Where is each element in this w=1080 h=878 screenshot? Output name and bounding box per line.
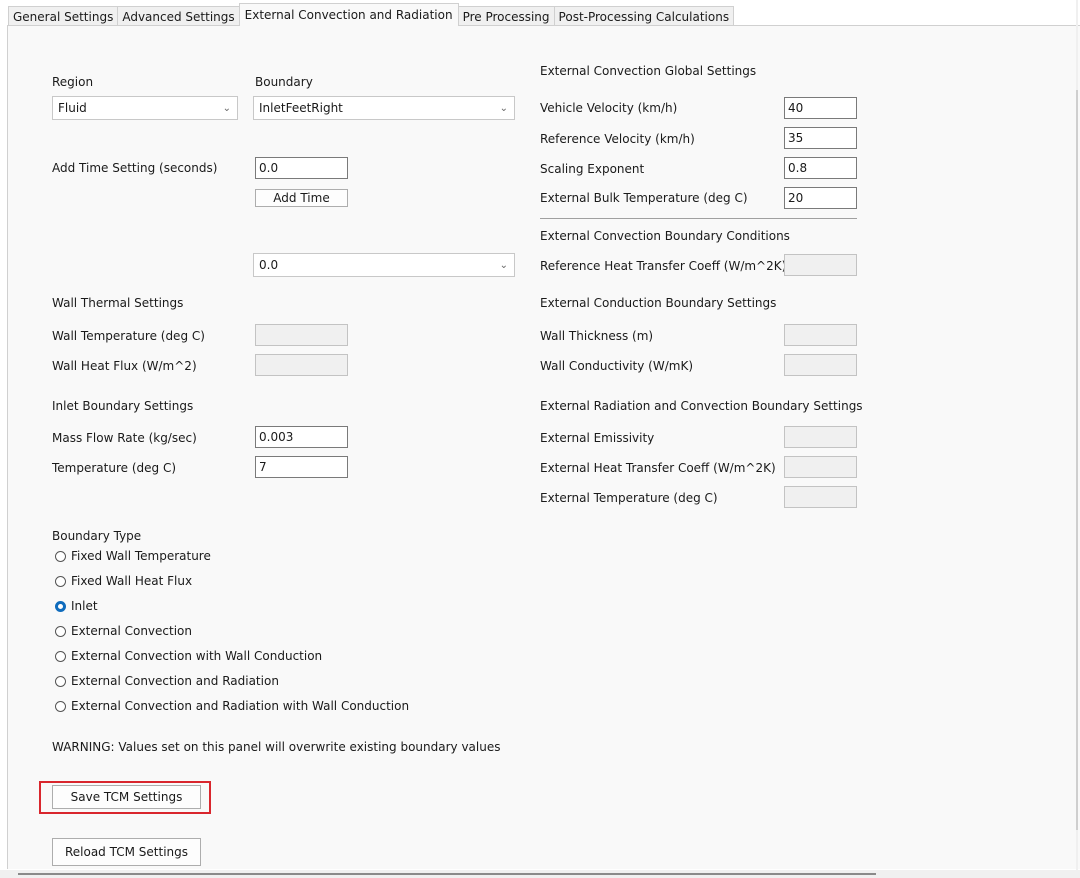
- wall-thickness-label: Wall Thickness (m): [540, 329, 654, 343]
- reference-htc-label: Reference Heat Transfer Coeff (W/m^2K): [540, 259, 787, 273]
- chevron-down-icon: ⌄: [499, 260, 508, 271]
- radio-circle: [55, 650, 66, 662]
- horizontal-scrollbar-thumb[interactable]: [18, 873, 876, 875]
- radio-fixed-wall-heat-flux[interactable]: Fixed Wall Heat Flux: [55, 573, 192, 589]
- radio-label: External Convection and Radiation with W…: [71, 699, 410, 713]
- radio-fixed-wall-temperature[interactable]: Fixed Wall Temperature: [55, 548, 211, 564]
- horizontal-scrollbar[interactable]: [0, 870, 1080, 878]
- radio-circle: [55, 675, 66, 687]
- chevron-down-icon: ⌄: [499, 103, 508, 114]
- radio-label: Inlet: [71, 599, 98, 613]
- vehicle-velocity-input[interactable]: 40: [784, 97, 857, 119]
- tab-pre-processing[interactable]: Pre Processing: [457, 6, 555, 26]
- chevron-down-icon: ⌄: [222, 103, 231, 114]
- radio-label: External Convection: [71, 624, 192, 638]
- scaling-exponent-label: Scaling Exponent: [540, 162, 645, 176]
- wall-heat-flux-label: Wall Heat Flux (W/m^2): [52, 359, 197, 373]
- tab-post-processing-calculations[interactable]: Post-Processing Calculations: [553, 6, 735, 26]
- reference-htc-input[interactable]: [784, 254, 857, 276]
- global-settings-heading: External Convection Global Settings: [540, 64, 757, 78]
- boundary-label: Boundary: [255, 75, 313, 89]
- radio-external-convection-wall-conduction[interactable]: External Convection with Wall Conduction: [55, 648, 322, 664]
- conduction-heading: External Conduction Boundary Settings: [540, 296, 777, 310]
- reload-tcm-settings-button[interactable]: Reload TCM Settings: [52, 838, 201, 866]
- time-select[interactable]: 0.0 ⌄: [253, 253, 515, 277]
- wall-heat-flux-input[interactable]: [255, 354, 348, 376]
- region-select-value: Fluid: [58, 101, 87, 115]
- radio-circle: [55, 575, 66, 587]
- boundary-type-heading: Boundary Type: [52, 529, 142, 543]
- external-htc-label: External Heat Transfer Coeff (W/m^2K): [540, 461, 776, 475]
- external-temperature-input[interactable]: [784, 486, 857, 508]
- wall-conductivity-label: Wall Conductivity (W/mK): [540, 359, 694, 373]
- vertical-scrollbar-thumb[interactable]: [1076, 90, 1078, 830]
- radio-circle: [55, 625, 66, 637]
- mass-flow-input[interactable]: 0.003: [255, 426, 348, 448]
- radio-label: External Convection with Wall Conduction: [71, 649, 323, 663]
- wall-thickness-input[interactable]: [784, 324, 857, 346]
- radio-circle: [55, 700, 66, 712]
- radio-inlet[interactable]: Inlet: [55, 598, 98, 614]
- add-time-label: Add Time Setting (seconds): [52, 161, 218, 175]
- inlet-temperature-input[interactable]: 7: [255, 456, 348, 478]
- tab-bar: General Settings Advanced Settings Exter…: [8, 3, 735, 26]
- radio-external-convection[interactable]: External Convection: [55, 623, 192, 639]
- convection-bc-heading: External Convection Boundary Conditions: [540, 229, 790, 243]
- section-divider: [540, 218, 857, 219]
- radio-label: External Convection and Radiation: [71, 674, 279, 688]
- wall-conductivity-input[interactable]: [784, 354, 857, 376]
- warning-text: WARNING: Values set on this panel will o…: [52, 740, 501, 754]
- scaling-exponent-input[interactable]: 0.8: [784, 157, 857, 179]
- mass-flow-label: Mass Flow Rate (kg/sec): [52, 431, 197, 445]
- add-time-input[interactable]: 0.0: [255, 157, 348, 179]
- external-htc-input[interactable]: [784, 456, 857, 478]
- external-bulk-temperature-label: External Bulk Temperature (deg C): [540, 191, 748, 205]
- boundary-select-value: InletFeetRight: [259, 101, 343, 115]
- wall-thermal-heading: Wall Thermal Settings: [52, 296, 184, 310]
- radiation-heading: External Radiation and Convection Bounda…: [540, 399, 863, 413]
- wall-temperature-input[interactable]: [255, 324, 348, 346]
- vertical-scrollbar[interactable]: [1076, 0, 1078, 872]
- reference-velocity-label: Reference Velocity (km/h): [540, 132, 695, 146]
- region-label: Region: [52, 75, 94, 89]
- inlet-heading: Inlet Boundary Settings: [52, 399, 194, 413]
- external-bulk-temperature-input[interactable]: 20: [784, 187, 857, 209]
- radio-circle-checked: [55, 600, 66, 612]
- reference-velocity-input[interactable]: 35: [784, 127, 857, 149]
- inlet-temperature-label: Temperature (deg C): [52, 461, 177, 475]
- external-emissivity-label: External Emissivity: [540, 431, 655, 445]
- tab-advanced-settings[interactable]: Advanced Settings: [117, 6, 240, 26]
- external-temperature-label: External Temperature (deg C): [540, 491, 718, 505]
- wall-temperature-label: Wall Temperature (deg C): [52, 329, 205, 343]
- tab-general-settings[interactable]: General Settings: [8, 6, 119, 26]
- region-select[interactable]: Fluid ⌄: [52, 96, 238, 120]
- time-select-value: 0.0: [259, 258, 279, 272]
- add-time-button[interactable]: Add Time: [255, 189, 348, 207]
- highlight-box: [39, 781, 211, 814]
- radio-external-convection-radiation[interactable]: External Convection and Radiation: [55, 673, 279, 689]
- radio-label: Fixed Wall Temperature: [71, 549, 211, 563]
- radio-label: Fixed Wall Heat Flux: [71, 574, 193, 588]
- tab-external-convection-and-radiation[interactable]: External Convection and Radiation: [238, 3, 459, 26]
- external-emissivity-input[interactable]: [784, 426, 857, 448]
- vehicle-velocity-label: Vehicle Velocity (km/h): [540, 101, 678, 115]
- radio-external-convection-radiation-wall-conduction[interactable]: External Convection and Radiation with W…: [55, 698, 409, 714]
- boundary-select[interactable]: InletFeetRight ⌄: [253, 96, 515, 120]
- radio-circle: [55, 550, 66, 562]
